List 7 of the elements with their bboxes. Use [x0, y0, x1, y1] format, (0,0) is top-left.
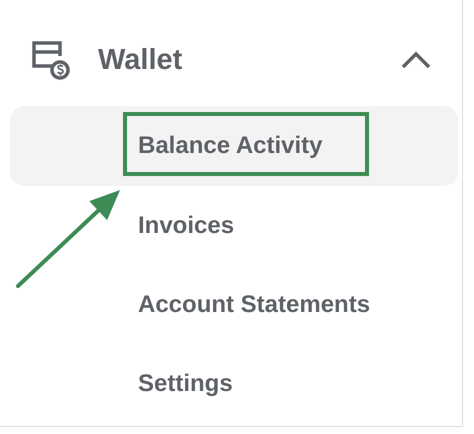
menu-item[interactable]: Balance Activity: [10, 106, 458, 186]
menu-item[interactable]: Settings: [10, 344, 458, 423]
menu-item[interactable]: Account Statements: [10, 265, 458, 344]
chevron-up-icon[interactable]: [400, 50, 432, 70]
menu-item[interactable]: Invoices: [10, 186, 458, 265]
menu-title: Wallet: [98, 44, 184, 76]
wallet-icon: [30, 40, 72, 80]
